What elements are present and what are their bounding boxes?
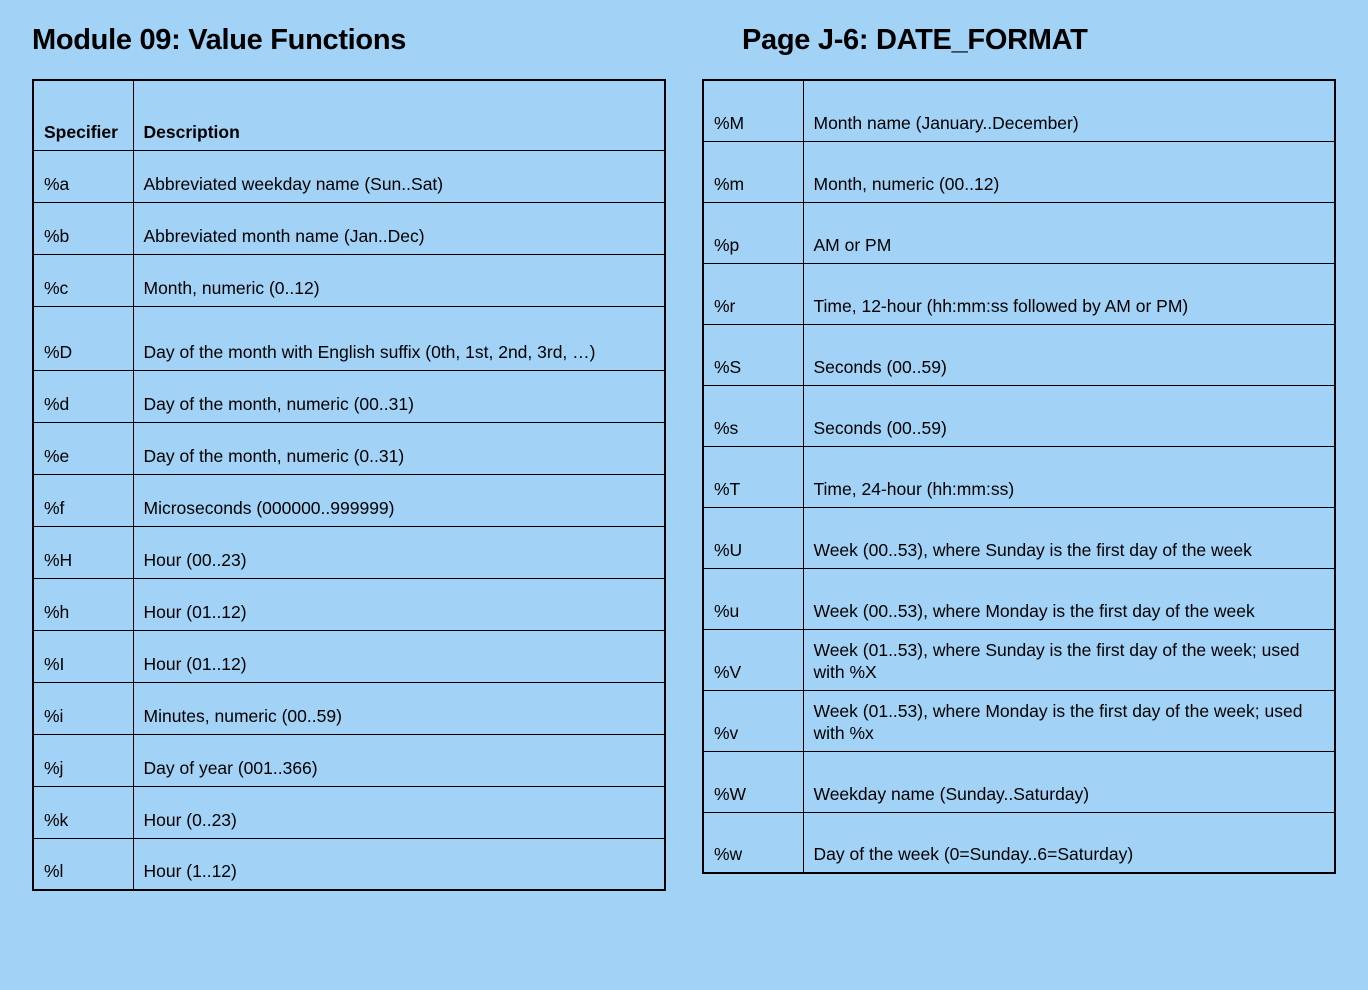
- right-heading: Page J-6: DATE_FORMAT: [742, 24, 1336, 57]
- specifier-cell: %s: [703, 385, 803, 446]
- table-row: %HHour (00..23): [33, 526, 665, 578]
- description-cell: Hour (01..12): [133, 630, 665, 682]
- specifier-cell: %l: [33, 838, 133, 890]
- left-table: Specifier Description %aAbbreviated week…: [32, 79, 666, 891]
- specifier-cell: %h: [33, 578, 133, 630]
- specifier-cell: %d: [33, 370, 133, 422]
- description-cell: Week (00..53), where Monday is the first…: [803, 568, 1335, 629]
- description-cell: Month, numeric (00..12): [803, 141, 1335, 202]
- table-row: %vWeek (01..53), where Monday is the fir…: [703, 690, 1335, 751]
- description-cell: Week (01..53), where Monday is the first…: [803, 690, 1335, 751]
- right-column: Page J-6: DATE_FORMAT %MMonth name (Janu…: [702, 24, 1336, 891]
- table-row: %TTime, 24-hour (hh:mm:ss): [703, 446, 1335, 507]
- table-row: %mMonth, numeric (00..12): [703, 141, 1335, 202]
- table-row: %UWeek (00..53), where Sunday is the fir…: [703, 507, 1335, 568]
- specifier-cell: %W: [703, 751, 803, 812]
- specifier-cell: %b: [33, 202, 133, 254]
- specifier-cell: %H: [33, 526, 133, 578]
- specifier-cell: %m: [703, 141, 803, 202]
- description-cell: Microseconds (000000..999999): [133, 474, 665, 526]
- description-cell: Hour (00..23): [133, 526, 665, 578]
- specifier-cell: %e: [33, 422, 133, 474]
- description-cell: Day of the month, numeric (0..31): [133, 422, 665, 474]
- specifier-cell: %k: [33, 786, 133, 838]
- table-row: %kHour (0..23): [33, 786, 665, 838]
- table-row: %iMinutes, numeric (00..59): [33, 682, 665, 734]
- specifier-cell: %I: [33, 630, 133, 682]
- specifier-cell: %v: [703, 690, 803, 751]
- description-cell: Week (01..53), where Sunday is the first…: [803, 629, 1335, 690]
- specifier-cell: %V: [703, 629, 803, 690]
- specifier-cell: %p: [703, 202, 803, 263]
- table-row: %wDay of the week (0=Sunday..6=Saturday): [703, 812, 1335, 873]
- specifier-cell: %c: [33, 254, 133, 306]
- table-row: %SSeconds (00..59): [703, 324, 1335, 385]
- specifier-cell: %U: [703, 507, 803, 568]
- table-row: %pAM or PM: [703, 202, 1335, 263]
- left-header-description: Description: [133, 80, 665, 150]
- left-header-specifier: Specifier: [33, 80, 133, 150]
- table-row: %aAbbreviated weekday name (Sun..Sat): [33, 150, 665, 202]
- description-cell: Time, 24-hour (hh:mm:ss): [803, 446, 1335, 507]
- description-cell: Abbreviated weekday name (Sun..Sat): [133, 150, 665, 202]
- table-row: %uWeek (00..53), where Monday is the fir…: [703, 568, 1335, 629]
- description-cell: Day of the month with English suffix (0t…: [133, 306, 665, 370]
- specifier-cell: %S: [703, 324, 803, 385]
- table-row: %eDay of the month, numeric (0..31): [33, 422, 665, 474]
- description-cell: Day of the week (0=Sunday..6=Saturday): [803, 812, 1335, 873]
- description-cell: Month name (January..December): [803, 80, 1335, 141]
- right-table: %MMonth name (January..December)%mMonth,…: [702, 79, 1336, 874]
- table-row: %fMicroseconds (000000..999999): [33, 474, 665, 526]
- description-cell: Seconds (00..59): [803, 324, 1335, 385]
- description-cell: Day of year (001..366): [133, 734, 665, 786]
- table-row: %hHour (01..12): [33, 578, 665, 630]
- table-row: %sSeconds (00..59): [703, 385, 1335, 446]
- description-cell: Minutes, numeric (00..59): [133, 682, 665, 734]
- table-row: %WWeekday name (Sunday..Saturday): [703, 751, 1335, 812]
- specifier-cell: %u: [703, 568, 803, 629]
- specifier-cell: %i: [33, 682, 133, 734]
- description-cell: Seconds (00..59): [803, 385, 1335, 446]
- specifier-cell: %w: [703, 812, 803, 873]
- table-row: %IHour (01..12): [33, 630, 665, 682]
- description-cell: Hour (01..12): [133, 578, 665, 630]
- specifier-cell: %j: [33, 734, 133, 786]
- specifier-cell: %f: [33, 474, 133, 526]
- description-cell: AM or PM: [803, 202, 1335, 263]
- description-cell: Month, numeric (0..12): [133, 254, 665, 306]
- specifier-cell: %T: [703, 446, 803, 507]
- specifier-cell: %r: [703, 263, 803, 324]
- specifier-cell: %D: [33, 306, 133, 370]
- specifier-cell: %M: [703, 80, 803, 141]
- description-cell: Day of the month, numeric (00..31): [133, 370, 665, 422]
- description-cell: Week (00..53), where Sunday is the first…: [803, 507, 1335, 568]
- table-row: %rTime, 12-hour (hh:mm:ss followed by AM…: [703, 263, 1335, 324]
- description-cell: Hour (0..23): [133, 786, 665, 838]
- table-row: %jDay of year (001..366): [33, 734, 665, 786]
- table-row: %lHour (1..12): [33, 838, 665, 890]
- left-column: Module 09: Value Functions Specifier Des…: [32, 24, 666, 891]
- left-heading: Module 09: Value Functions: [32, 24, 666, 57]
- description-cell: Hour (1..12): [133, 838, 665, 890]
- table-row: %cMonth, numeric (0..12): [33, 254, 665, 306]
- table-row: %MMonth name (January..December): [703, 80, 1335, 141]
- table-row: %bAbbreviated month name (Jan..Dec): [33, 202, 665, 254]
- description-cell: Weekday name (Sunday..Saturday): [803, 751, 1335, 812]
- table-row: %DDay of the month with English suffix (…: [33, 306, 665, 370]
- table-row: %dDay of the month, numeric (00..31): [33, 370, 665, 422]
- description-cell: Abbreviated month name (Jan..Dec): [133, 202, 665, 254]
- specifier-cell: %a: [33, 150, 133, 202]
- table-row: %VWeek (01..53), where Sunday is the fir…: [703, 629, 1335, 690]
- description-cell: Time, 12-hour (hh:mm:ss followed by AM o…: [803, 263, 1335, 324]
